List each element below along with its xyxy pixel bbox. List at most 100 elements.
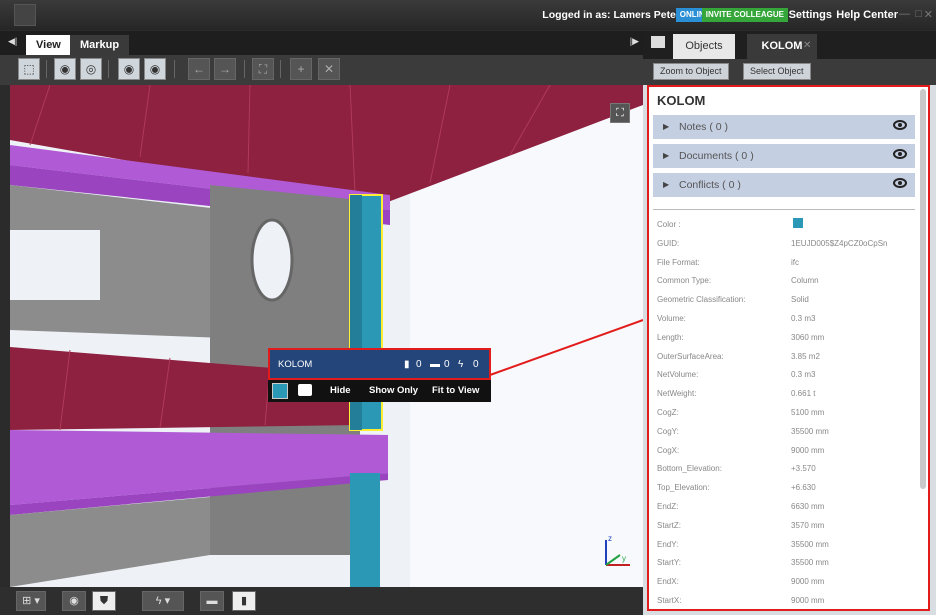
help-center-link[interactable]: Help Center: [836, 9, 898, 21]
eye-icon[interactable]: [893, 120, 907, 130]
conflict-bolt-icon: ϟ: [458, 359, 464, 370]
color-swatch[interactable]: [793, 218, 803, 228]
documents-label: Documents ( 0 ): [679, 150, 754, 162]
property-value: 0.3 m3: [791, 313, 816, 323]
expand-arrow-icon[interactable]: ▶: [663, 151, 669, 160]
tab-markup[interactable]: Markup: [70, 35, 130, 55]
property-row: GUID: 1EUJD005$Z4pCZ0oCpSn: [657, 236, 919, 255]
close-tab-icon[interactable]: ✕: [803, 40, 811, 51]
property-name: CogY:: [657, 426, 679, 436]
close-icon[interactable]: ✕: [924, 8, 933, 21]
conflicts-section[interactable]: ▶ Conflicts ( 0 ): [653, 173, 915, 197]
property-row: OuterSurfaceArea: 3.85 m2: [657, 349, 919, 368]
property-name: Color :: [657, 220, 681, 229]
property-value: 35500 mm: [791, 426, 829, 436]
document-icon: ▮: [404, 359, 410, 370]
property-name: Length:: [657, 332, 684, 342]
visibility-toggle-icon[interactable]: ◉: [62, 591, 86, 611]
property-value: ifc: [791, 257, 799, 267]
property-row: EndZ: 6630 mm: [657, 499, 919, 518]
documents-section[interactable]: ▶ Documents ( 0 ): [653, 144, 915, 168]
property-value: Solid: [791, 295, 809, 305]
3d-model-scene: z y: [10, 85, 643, 587]
remove-section-icon[interactable]: ✕: [318, 58, 340, 80]
fullscreen-icon[interactable]: ⛶: [610, 103, 630, 123]
property-row: Volume: 0.3 m3: [657, 311, 919, 330]
expand-arrow-icon[interactable]: ▶: [663, 122, 669, 131]
column-lower[interactable]: [350, 473, 380, 587]
property-row: StartX: 9000 mm: [657, 593, 919, 609]
fit-view-icon[interactable]: ⛶: [252, 58, 274, 80]
add-section-icon[interactable]: +: [290, 58, 312, 80]
documents-icon[interactable]: ▮: [232, 591, 256, 611]
property-value: +3.570: [791, 464, 816, 474]
property-name: CogZ:: [657, 407, 679, 417]
comments-icon[interactable]: ▬: [200, 591, 224, 611]
property-value: 35500 mm: [791, 558, 829, 568]
property-row: Common Type: Column: [657, 273, 919, 292]
property-name: File Format:: [657, 257, 700, 267]
property-list: Color : GUID: 1EUJD005$Z4pCZ0oCpSn File For…: [657, 217, 919, 609]
conflicts-label: Conflicts ( 0 ): [679, 179, 741, 191]
notes-section[interactable]: ▶ Notes ( 0 ): [653, 115, 915, 139]
3d-viewport[interactable]: z y ⛶: [10, 85, 643, 587]
tab-view[interactable]: View: [26, 35, 71, 55]
tab-objects[interactable]: Objects: [673, 34, 735, 59]
color-picker-button[interactable]: [272, 383, 288, 399]
property-name: EndZ:: [657, 501, 679, 511]
object-title: KOLOM: [657, 93, 706, 108]
add-comment-icon[interactable]: [298, 384, 312, 396]
tooltip-actions: Hide Show Only Fit to View: [268, 380, 491, 402]
show-only-button[interactable]: Show Only: [369, 385, 418, 396]
collapse-right-icon[interactable]: |▶: [630, 36, 639, 47]
visibility-icon[interactable]: ◉: [144, 58, 166, 80]
invite-colleague-button[interactable]: INVITE COLLEAGUE: [701, 8, 788, 22]
undo-icon[interactable]: ←: [188, 58, 210, 80]
hide-button[interactable]: Hide: [330, 385, 351, 396]
property-row: CogX: 9000 mm: [657, 443, 919, 462]
property-name: GUID:: [657, 238, 680, 248]
expand-arrow-icon[interactable]: ▶: [663, 180, 669, 189]
property-row: Top_Elevation: +6.630: [657, 480, 919, 499]
eye-icon[interactable]: [893, 178, 907, 188]
notes-label: Notes ( 0 ): [679, 121, 729, 133]
hide-icon[interactable]: ◎: [80, 58, 102, 80]
property-name: NetWeight:: [657, 389, 697, 399]
fit-to-view-button[interactable]: Fit to View: [432, 385, 479, 396]
property-row: Color :: [657, 217, 919, 236]
maximize-icon[interactable]: □: [915, 8, 922, 20]
property-row: Length: 3060 mm: [657, 330, 919, 349]
panel-scrollbar[interactable]: [920, 89, 926, 489]
redo-icon[interactable]: →: [214, 58, 236, 80]
zoom-to-object-button[interactable]: Zoom to Object: [653, 63, 729, 80]
property-row: EndX: 9000 mm: [657, 574, 919, 593]
property-value: 6630 mm: [791, 501, 825, 511]
minimize-icon[interactable]: —: [899, 8, 910, 20]
property-value: 9000 mm: [791, 445, 825, 455]
select-object-button[interactable]: Select Object: [743, 63, 811, 80]
panel-monitor-icon[interactable]: [651, 36, 665, 48]
property-name: StartX:: [657, 595, 682, 605]
property-value: 3060 mm: [791, 332, 825, 342]
property-name: OuterSurfaceArea:: [657, 351, 724, 361]
object-details: KOLOM ▶ Notes ( 0 ) ▶ Documents ( 0 ) ▶ …: [647, 85, 930, 611]
property-row: StartY: 35500 mm: [657, 555, 919, 574]
conflict-filter-icon[interactable]: ϟ ▾: [142, 591, 184, 611]
eye-icon[interactable]: [893, 149, 907, 159]
layers-icon[interactable]: ⊞ ▾: [16, 591, 46, 611]
property-name: EndY:: [657, 539, 679, 549]
property-row: NetVolume: 0.3 m3: [657, 367, 919, 386]
collapse-left-icon[interactable]: ◀|: [8, 36, 17, 47]
login-status: Logged in as: Lamers Peter: [542, 9, 680, 21]
settings-link[interactable]: Settings: [789, 9, 832, 21]
isolate-icon[interactable]: ◉: [118, 58, 140, 80]
property-name: StartY:: [657, 558, 682, 568]
property-value: 9000 mm: [791, 595, 825, 605]
shield-icon[interactable]: ⛊: [92, 591, 116, 611]
title-bar: Logged in as: Lamers Peter ONLINE INVITE…: [0, 0, 936, 30]
bottom-toolbar: ⊞ ▾ ◉ ⛊ ϟ ▾ ▬ ▮: [0, 587, 643, 615]
select-area-icon[interactable]: ⬚: [18, 58, 40, 80]
show-icon[interactable]: ◉: [54, 58, 76, 80]
property-value: 9000 mm: [791, 577, 825, 587]
property-name: Geometric Classification:: [657, 295, 746, 305]
